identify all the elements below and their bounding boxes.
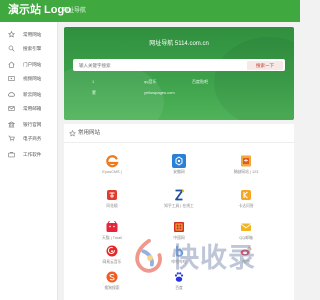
site-label: EyouCMS | <box>102 170 122 174</box>
top-header: 演示站 Logo 网址导航 <box>0 0 300 22</box>
site-label: 稀缺网站 | 123 <box>233 170 259 174</box>
cart-icon <box>8 135 15 142</box>
quick-link[interactable]: yellowpages.com <box>144 90 175 96</box>
sidebar-item-label: 电子商务 <box>23 136 42 141</box>
site-label: 百度 <box>175 286 183 290</box>
search-box: 搜索一下 <box>73 59 285 71</box>
sidebar-item-label: 视频网站 <box>23 76 42 81</box>
search-button[interactable]: 搜索一下 <box>247 60 283 70</box>
sidebar-item-label: 新云网站 <box>23 92 42 97</box>
bank-icon <box>8 121 15 128</box>
watermark: 快收录 <box>130 236 290 280</box>
sidebar-item-label: 搜索引擎 <box>23 46 42 51</box>
sidebar-item-mailboxes[interactable]: 常用邮箱 <box>0 102 58 116</box>
sidebar-item-label: 常用邮箱 <box>23 106 42 111</box>
rare-site-icon <box>239 154 253 168</box>
sidebar-item-label: 工作软件 <box>23 152 42 157</box>
site-label: 搜狗搜索 <box>104 286 120 290</box>
sidebar-item-label: 银行官网 <box>23 122 42 127</box>
sidebar-item-work-software[interactable]: 工作软件 <box>0 148 58 162</box>
hero-title: 网址导航 5114.com.cn <box>149 41 209 47</box>
site-link-kada[interactable]: 卡达问答 <box>216 188 276 216</box>
search-input[interactable] <box>79 59 239 71</box>
sidebar-item-label: 常用网站 <box>23 32 42 37</box>
site-link-rare-sites[interactable]: 稀缺网站 | 123 <box>216 154 276 182</box>
star-icon <box>69 130 76 137</box>
tmall-icon <box>105 220 119 234</box>
kada-icon <box>239 188 253 202</box>
site-link-anhui[interactable]: 安徽网 <box>149 154 209 182</box>
tonghuashun-icon <box>105 188 119 202</box>
qq-mail-icon <box>239 220 253 234</box>
sidebar: 常用网站 搜索引擎 门户网站 视频网站 新云网站 常用邮箱 银行官网 电子商务 … <box>0 22 58 300</box>
sidebar-item-video-sites[interactable]: 视频网站 <box>0 72 58 86</box>
sidebar-item-cloud-sites[interactable]: 新云网站 <box>0 88 58 102</box>
sogou-icon <box>105 270 119 284</box>
site-label: 知乎工具 | 在线工 <box>164 204 194 208</box>
sidebar-item-ecommerce[interactable]: 电子商务 <box>0 132 58 146</box>
sidebar-item-search-engines[interactable]: 搜索引擎 <box>0 42 58 56</box>
anhui-site-icon <box>172 154 186 168</box>
star-icon <box>8 31 15 38</box>
home-icon <box>8 61 15 68</box>
video-icon <box>8 75 15 82</box>
watermark-logo-icon <box>130 238 168 276</box>
site-label: 同花顺 <box>106 204 118 208</box>
sidebar-item-common-sites[interactable]: 常用网站 <box>0 28 58 42</box>
site-link-eyoucms[interactable]: EyouCMS | <box>82 154 142 182</box>
quick-link[interactable]: 百度贴吧 <box>192 79 208 85</box>
panel-title: 常用网站 <box>78 130 101 136</box>
watermark-text: 快收录 <box>172 243 256 273</box>
netease-music-icon <box>105 244 119 258</box>
sidebar-item-label: 门户网站 <box>23 62 42 67</box>
site-link-tonghuashun[interactable]: 同花顺 <box>82 188 142 216</box>
quick-link[interactable]: 蒙 <box>92 90 96 96</box>
site-label: 卡达问答 <box>238 204 254 208</box>
china-net-icon <box>172 220 186 234</box>
quick-link[interactable]: qq音乐 <box>144 79 156 85</box>
eyoucms-icon <box>105 154 119 168</box>
mail-icon <box>8 105 15 112</box>
site-link-zhihu-tool[interactable]: 知乎工具 | 在线工 <box>149 188 209 216</box>
zhihu-tool-icon <box>172 188 186 202</box>
sidebar-item-banks[interactable]: 银行官网 <box>0 118 58 132</box>
panel-divider <box>64 142 294 143</box>
search-icon <box>8 45 15 52</box>
quick-link[interactable]: 1 <box>92 79 94 85</box>
briefcase-icon <box>8 151 15 158</box>
search-hero: 网址导航 5114.com.cn 搜索一下 1 qq音乐 百度贴吧 蒙 yell… <box>64 27 294 120</box>
site-subtitle: 网址导航 <box>62 8 87 14</box>
cloud-icon <box>8 91 15 98</box>
site-label: 安徽网 <box>173 170 185 174</box>
sidebar-item-portals[interactable]: 门户网站 <box>0 58 58 72</box>
